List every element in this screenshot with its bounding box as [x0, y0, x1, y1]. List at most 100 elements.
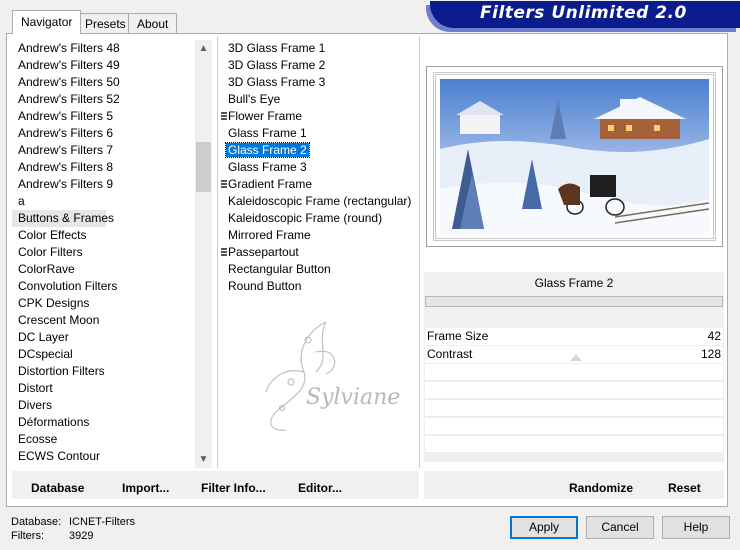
category-item[interactable]: Distortion Filters: [12, 363, 192, 380]
category-item[interactable]: Andrew's Filters 50: [12, 74, 192, 91]
tab-about[interactable]: About: [128, 13, 178, 33]
filter-item[interactable]: Round Button: [225, 278, 415, 295]
param-label: Contrast: [427, 347, 473, 361]
filter-item-label: Gradient Frame: [228, 177, 313, 191]
slider-marker-icon: [570, 354, 582, 361]
param-empty-row: [425, 400, 723, 417]
filter-item-label: Glass Frame 3: [228, 160, 307, 174]
filter-item[interactable]: 3D Glass Frame 3: [225, 74, 415, 91]
category-item[interactable]: a: [12, 193, 192, 210]
filter-list[interactable]: 3D Glass Frame 1 3D Glass Frame 2 3D Glass…: [225, 40, 415, 310]
param-empty-row: [425, 418, 723, 435]
import-button[interactable]: Import...: [122, 481, 169, 495]
category-item[interactable]: Buttons & Frames: [12, 210, 114, 227]
scroll-thumb[interactable]: [196, 142, 211, 192]
help-button[interactable]: Help: [662, 516, 730, 539]
filter-item[interactable]: Bull's Eye: [225, 91, 415, 108]
param-label: Frame Size: [427, 329, 489, 343]
filter-item[interactable]: Rectangular Button: [225, 261, 415, 278]
filter-item-label: Round Button: [228, 279, 302, 293]
filter-item[interactable]: Gradient Frame: [225, 176, 415, 193]
filter-item[interactable]: Kaleidoscopic Frame (round): [225, 210, 415, 227]
category-scrollbar[interactable]: [195, 40, 212, 468]
randomize-button[interactable]: Randomize: [569, 481, 633, 495]
database-label: Database:: [11, 516, 62, 528]
cancel-button[interactable]: Cancel: [586, 516, 654, 539]
filter-item[interactable]: Glass Frame 3: [225, 159, 415, 176]
category-item[interactable]: Color Filters: [12, 244, 192, 261]
tab-navigator[interactable]: Navigator: [12, 10, 82, 34]
category-item[interactable]: Distort: [12, 380, 192, 397]
filters-label: Filters:: [11, 530, 44, 542]
filter-item[interactable]: Mirrored Frame: [225, 227, 415, 244]
scroll-down-icon[interactable]: ▼: [195, 451, 212, 468]
category-item[interactable]: Andrew's Filters 48: [12, 40, 192, 57]
filters-count: 3929: [69, 530, 94, 542]
filter-item-label: Passepartout: [228, 245, 299, 259]
filter-item[interactable]: Kaleidoscopic Frame (rectangular): [225, 193, 415, 210]
param-empty-row: [425, 436, 723, 453]
param-value[interactable]: 42: [708, 329, 721, 343]
filter-item-label: Kaleidoscopic Frame (rectangular): [228, 194, 412, 208]
param-empty-row: [425, 382, 723, 399]
selected-filter-title: Glass Frame 2: [534, 276, 614, 290]
category-list[interactable]: Andrew's Filters 48 Andrew's Filters 49 An…: [12, 40, 192, 468]
category-item[interactable]: Andrew's Filters 5: [12, 108, 192, 125]
filter-item[interactable]: 3D Glass Frame 2: [225, 57, 415, 74]
category-item[interactable]: Andrew's Filters 9: [12, 176, 192, 193]
filter-item-label: Bull's Eye: [228, 92, 281, 106]
category-item[interactable]: CPK Designs: [12, 295, 192, 312]
apply-button[interactable]: Apply: [510, 516, 578, 539]
filter-item-label: Flower Frame: [228, 109, 303, 123]
category-item[interactable]: Déformations: [12, 414, 192, 431]
filter-item[interactable]: Glass Frame 1: [225, 125, 415, 142]
category-item[interactable]: Andrew's Filters 8: [12, 159, 192, 176]
category-item[interactable]: Color Effects: [12, 227, 192, 244]
divider: [419, 36, 420, 468]
category-item[interactable]: ColorRave: [12, 261, 192, 278]
submenu-icon: [221, 112, 227, 121]
category-item[interactable]: DCspecial: [12, 346, 192, 363]
filter-item-label: Glass Frame 2: [225, 142, 310, 158]
title-banner: Filters Unlimited 2.0: [430, 1, 740, 28]
category-item[interactable]: Divers: [12, 397, 192, 414]
watermark-text: Sylviane: [306, 385, 400, 410]
filter-item[interactable]: Glass Frame 2: [225, 142, 415, 159]
database-value: ICNET-Filters: [69, 516, 135, 528]
filter-item[interactable]: Passepartout: [225, 244, 415, 261]
category-item[interactable]: Andrew's Filters 52: [12, 91, 192, 108]
banner-title: Filters Unlimited 2.0: [480, 3, 687, 23]
editor-button[interactable]: Editor...: [298, 481, 342, 495]
database-button[interactable]: Database: [31, 481, 84, 495]
filter-item[interactable]: Flower Frame: [225, 108, 415, 125]
filter-item-label: Mirrored Frame: [228, 228, 311, 242]
preview-image: [440, 79, 709, 234]
filter-item-label: Glass Frame 1: [228, 126, 307, 140]
parameter-progress-bar: [425, 296, 723, 307]
submenu-icon: [221, 180, 227, 189]
filter-item-label: 3D Glass Frame 2: [228, 58, 326, 72]
category-item[interactable]: ECWS Contour: [12, 448, 192, 465]
category-item[interactable]: Convolution Filters: [12, 278, 192, 295]
category-item[interactable]: Andrew's Filters 6: [12, 125, 192, 142]
filter-item[interactable]: 3D Glass Frame 1: [225, 40, 415, 57]
submenu-icon: [221, 248, 227, 257]
category-item[interactable]: Andrew's Filters 7: [12, 142, 192, 159]
category-item[interactable]: DC Layer: [12, 329, 192, 346]
param-value[interactable]: 128: [701, 347, 721, 361]
scroll-up-icon[interactable]: ▲: [195, 40, 212, 57]
filter-item-label: 3D Glass Frame 1: [228, 41, 326, 55]
filter-info-button[interactable]: Filter Info...: [201, 481, 266, 495]
category-item[interactable]: Andrew's Filters 49: [12, 57, 192, 74]
tab-presets[interactable]: Presets: [76, 13, 135, 33]
filter-item-label: 3D Glass Frame 3: [228, 75, 326, 89]
filter-item-label: Kaleidoscopic Frame (round): [228, 211, 383, 225]
divider: [217, 36, 218, 468]
sylviane-watermark: Sylviane: [265, 321, 400, 431]
category-item[interactable]: Crescent Moon: [12, 312, 192, 329]
filter-item-label: Rectangular Button: [228, 262, 331, 276]
category-item[interactable]: Ecosse: [12, 431, 192, 448]
param-empty-row: [425, 364, 723, 381]
reset-button[interactable]: Reset: [668, 481, 701, 495]
param-frame-size[interactable]: Frame Size 42: [425, 328, 723, 345]
